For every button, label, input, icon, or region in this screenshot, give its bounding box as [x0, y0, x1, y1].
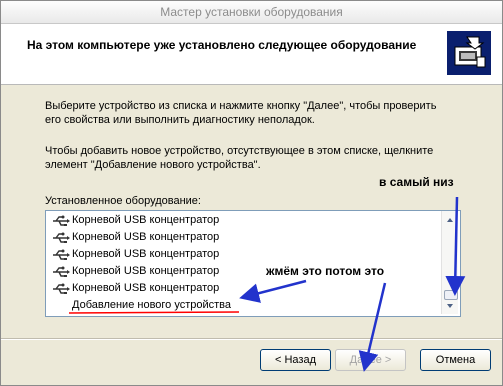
annotation-overlay — [68, 196, 466, 372]
scroll-arrow — [445, 196, 466, 296]
item-underline — [68, 311, 240, 314]
next-button-arrow — [358, 282, 387, 372]
item-arrow — [239, 279, 307, 303]
wizard-window: Мастер установки оборудования На этом ко… — [0, 0, 503, 386]
